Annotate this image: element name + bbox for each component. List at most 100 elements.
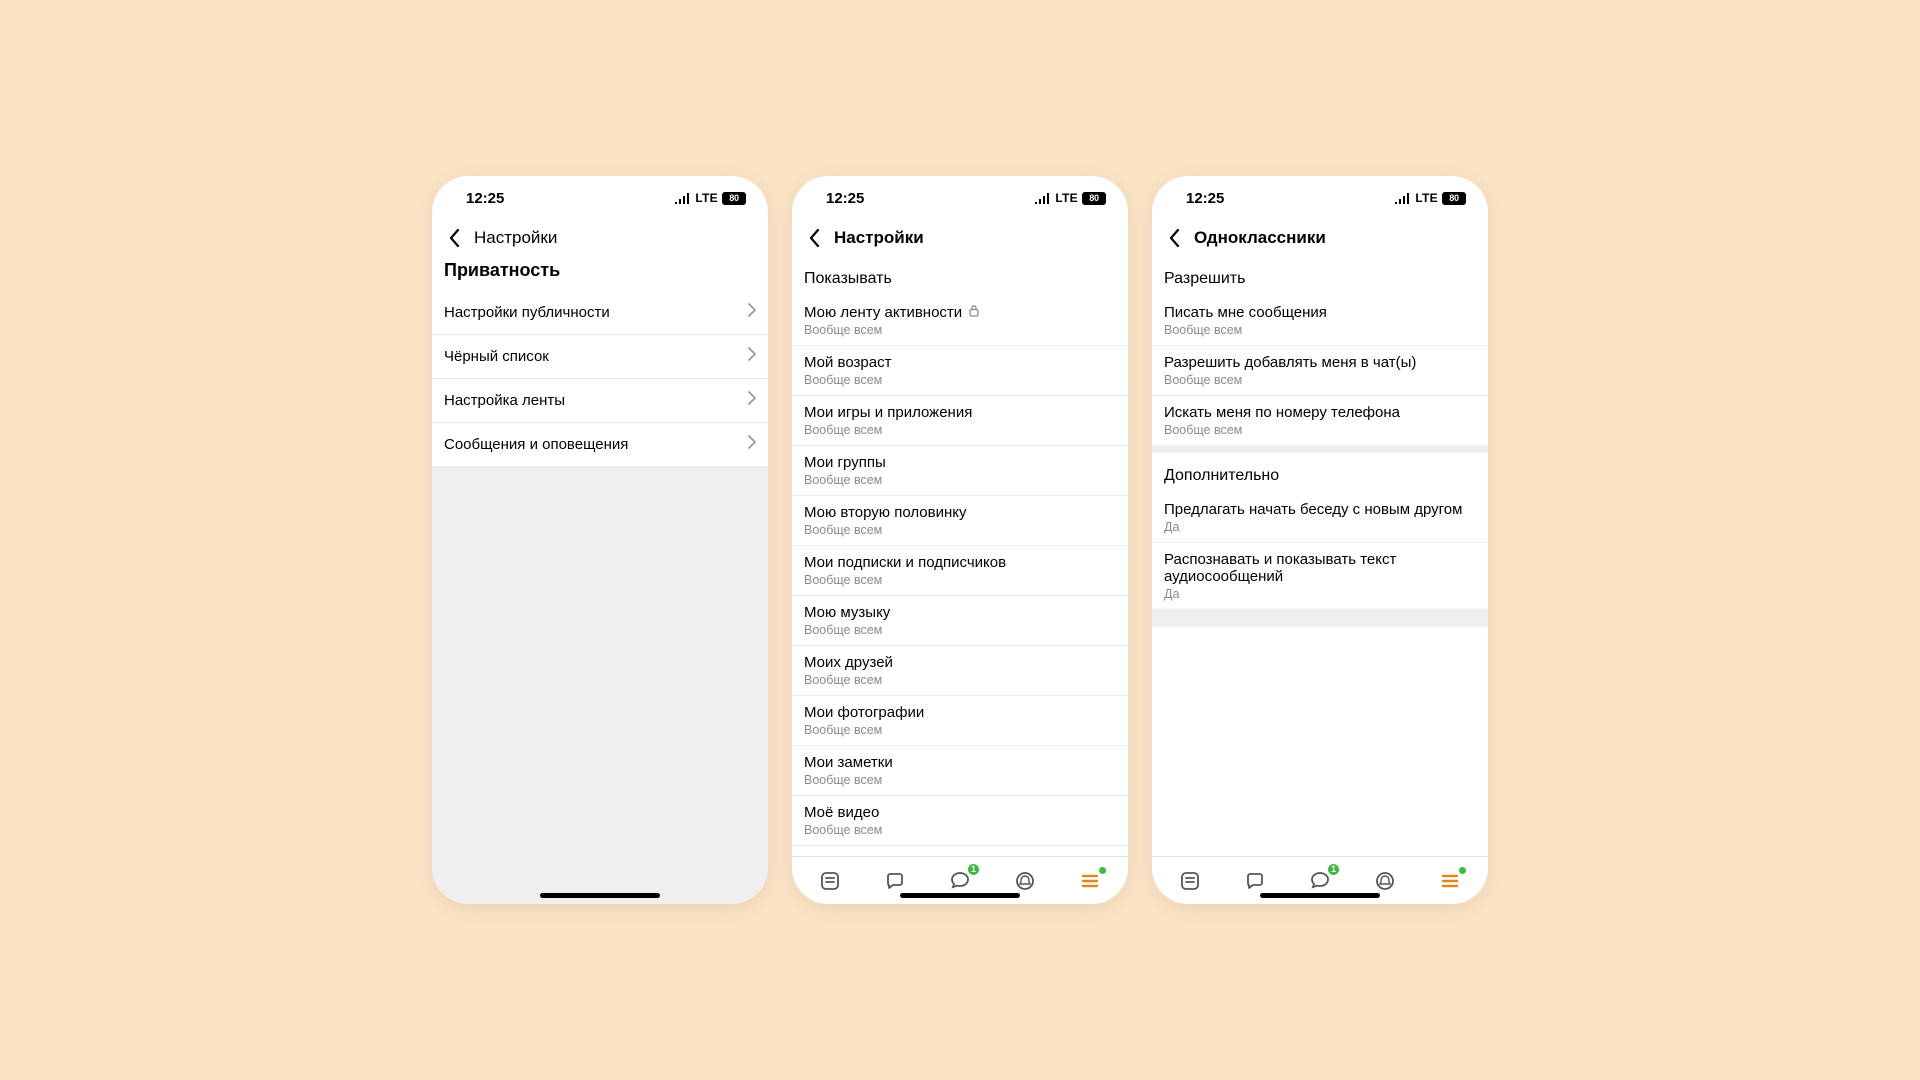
settings-list: Настройки публичности Чёрный список Наст… — [432, 291, 768, 466]
row-blacklist[interactable]: Чёрный список — [432, 335, 768, 379]
row-value: Вообще всем — [804, 823, 1116, 837]
nav-bar: Одноклассники — [1152, 220, 1488, 260]
nav-bar: Настройки — [432, 220, 768, 260]
row-publicity-settings[interactable]: Настройки публичности — [432, 291, 768, 335]
menu-icon — [1439, 870, 1461, 892]
network-label: LTE — [1415, 191, 1438, 205]
nav-title: Настройки — [834, 228, 924, 248]
row-label: Настройка ленты — [444, 392, 565, 409]
row-title: Мою ленту активности — [804, 304, 962, 321]
row-title: Мой возраст — [804, 354, 1116, 371]
feed-icon — [1179, 870, 1201, 892]
tab-messages[interactable]: 1 — [946, 867, 974, 895]
cellular-signal-icon — [675, 193, 691, 204]
row-value: Вообще всем — [804, 723, 1116, 737]
row-label: Чёрный список — [444, 348, 549, 365]
row-title: Мои заметки — [804, 754, 1116, 771]
tab-notifications[interactable] — [1371, 867, 1399, 895]
home-indicator[interactable] — [540, 893, 660, 898]
badge-dot — [1458, 866, 1467, 875]
home-indicator[interactable] — [900, 893, 1020, 898]
row-title: Мои группы — [804, 454, 1116, 471]
badge-dot — [1098, 866, 1107, 875]
section-divider — [1152, 445, 1488, 453]
row-value: Вообще всем — [1164, 373, 1476, 387]
tab-discussions[interactable] — [881, 867, 909, 895]
status-time: 12:25 — [466, 190, 504, 207]
row-music[interactable]: Мою музыкуВообще всем — [792, 596, 1128, 646]
row-activity-feed[interactable]: Мою ленту активности Вообще всем — [792, 296, 1128, 346]
row-title: Писать мне сообщения — [1164, 304, 1476, 321]
tab-feed[interactable] — [1176, 867, 1204, 895]
bell-icon — [1014, 870, 1036, 892]
chat-icon — [884, 870, 906, 892]
row-value: Вообще всем — [804, 373, 1116, 387]
tab-menu[interactable] — [1436, 867, 1464, 895]
row-search-by-phone[interactable]: Искать меня по номеру телефонаВообще все… — [1152, 396, 1488, 445]
row-photos[interactable]: Мои фотографииВообще всем — [792, 696, 1128, 746]
back-button[interactable] — [802, 226, 826, 250]
row-title: Мои подписки и подписчиков — [804, 554, 1116, 571]
page-title: Приватность — [432, 260, 768, 291]
badge-count: 1 — [967, 863, 980, 876]
row-value: Вообще всем — [804, 423, 1116, 437]
row-suggest-chat[interactable]: Предлагать начать беседу с новым другомД… — [1152, 493, 1488, 543]
status-right: LTE 80 — [675, 191, 746, 205]
row-value: Вообще всем — [804, 523, 1116, 537]
chevron-left-icon — [809, 229, 820, 247]
row-messages-notifications[interactable]: Сообщения и оповещения — [432, 423, 768, 466]
chat-icon — [1244, 870, 1266, 892]
status-bar: 12:25 LTE 80 — [792, 176, 1128, 220]
status-bar: 12:25 LTE 80 — [1152, 176, 1488, 220]
chevron-right-icon — [748, 303, 756, 322]
row-add-to-chats[interactable]: Разрешить добавлять меня в чат(ы) Вообще … — [1152, 346, 1488, 396]
allow-list: Писать мне сообщенияВообще всем Разрешит… — [1152, 296, 1488, 445]
lock-icon — [968, 304, 980, 321]
tab-messages[interactable]: 1 — [1306, 867, 1334, 895]
row-value: Вообще всем — [1164, 423, 1476, 437]
tab-feed[interactable] — [816, 867, 844, 895]
section-title-allow: Разрешить — [1152, 260, 1488, 296]
visibility-list[interactable]: Мою ленту активности Вообще всем Мой воз… — [792, 296, 1128, 856]
row-feed-settings[interactable]: Настройка ленты — [432, 379, 768, 423]
row-holidays[interactable]: Мои праздникиВообще всем — [792, 846, 1128, 856]
status-time: 12:25 — [1186, 190, 1224, 207]
row-title: Мои игры и приложения — [804, 404, 1116, 421]
tab-notifications[interactable] — [1011, 867, 1039, 895]
row-video[interactable]: Моё видео Вообще всем — [792, 796, 1128, 846]
chevron-left-icon — [449, 229, 460, 247]
tab-discussions[interactable] — [1241, 867, 1269, 895]
empty-area — [432, 466, 768, 904]
row-games-apps[interactable]: Мои игры и приложения Вообще всем — [792, 396, 1128, 446]
network-label: LTE — [1055, 191, 1078, 205]
phone-screen-1: 12:25 LTE 80 Настройки Приватность Настр… — [432, 176, 768, 904]
row-value: Вообще всем — [804, 573, 1116, 587]
status-right: LTE 80 — [1395, 191, 1466, 205]
row-value: Вообще всем — [804, 623, 1116, 637]
phone-screen-2: 12:25 LTE 80 Настройки Показывать Мою ле… — [792, 176, 1128, 904]
feed-icon — [819, 870, 841, 892]
row-friends[interactable]: Моих друзей Вообще всем — [792, 646, 1128, 696]
network-label: LTE — [695, 191, 718, 205]
row-partner[interactable]: Мою вторую половинкуВообще всем — [792, 496, 1128, 546]
additional-list: Предлагать начать беседу с новым другомД… — [1152, 493, 1488, 609]
home-indicator[interactable] — [1260, 893, 1380, 898]
row-title: Моё видео — [804, 804, 1116, 821]
nav-title[interactable]: Настройки — [474, 228, 557, 248]
empty-area — [1152, 627, 1488, 856]
row-value: Да — [1164, 587, 1476, 601]
row-notes[interactable]: Мои заметкиВообще всем — [792, 746, 1128, 796]
row-subscriptions[interactable]: Мои подписки и подписчиков Вообще всем — [792, 546, 1128, 596]
chevron-left-icon — [1169, 229, 1180, 247]
back-button[interactable] — [442, 226, 466, 250]
row-write-messages[interactable]: Писать мне сообщенияВообще всем — [1152, 296, 1488, 346]
back-button[interactable] — [1162, 226, 1186, 250]
row-value: Вообще всем — [804, 673, 1116, 687]
row-audio-transcript[interactable]: Распознавать и показывать текст аудиосоо… — [1152, 543, 1488, 609]
section-divider — [1152, 609, 1488, 627]
row-title: Разрешить добавлять меня в чат(ы) — [1164, 354, 1476, 371]
row-age[interactable]: Мой возраст Вообще всем — [792, 346, 1128, 396]
tab-menu[interactable] — [1076, 867, 1104, 895]
row-groups[interactable]: Мои группыВообще всем — [792, 446, 1128, 496]
row-title: Моих друзей — [804, 654, 1116, 671]
